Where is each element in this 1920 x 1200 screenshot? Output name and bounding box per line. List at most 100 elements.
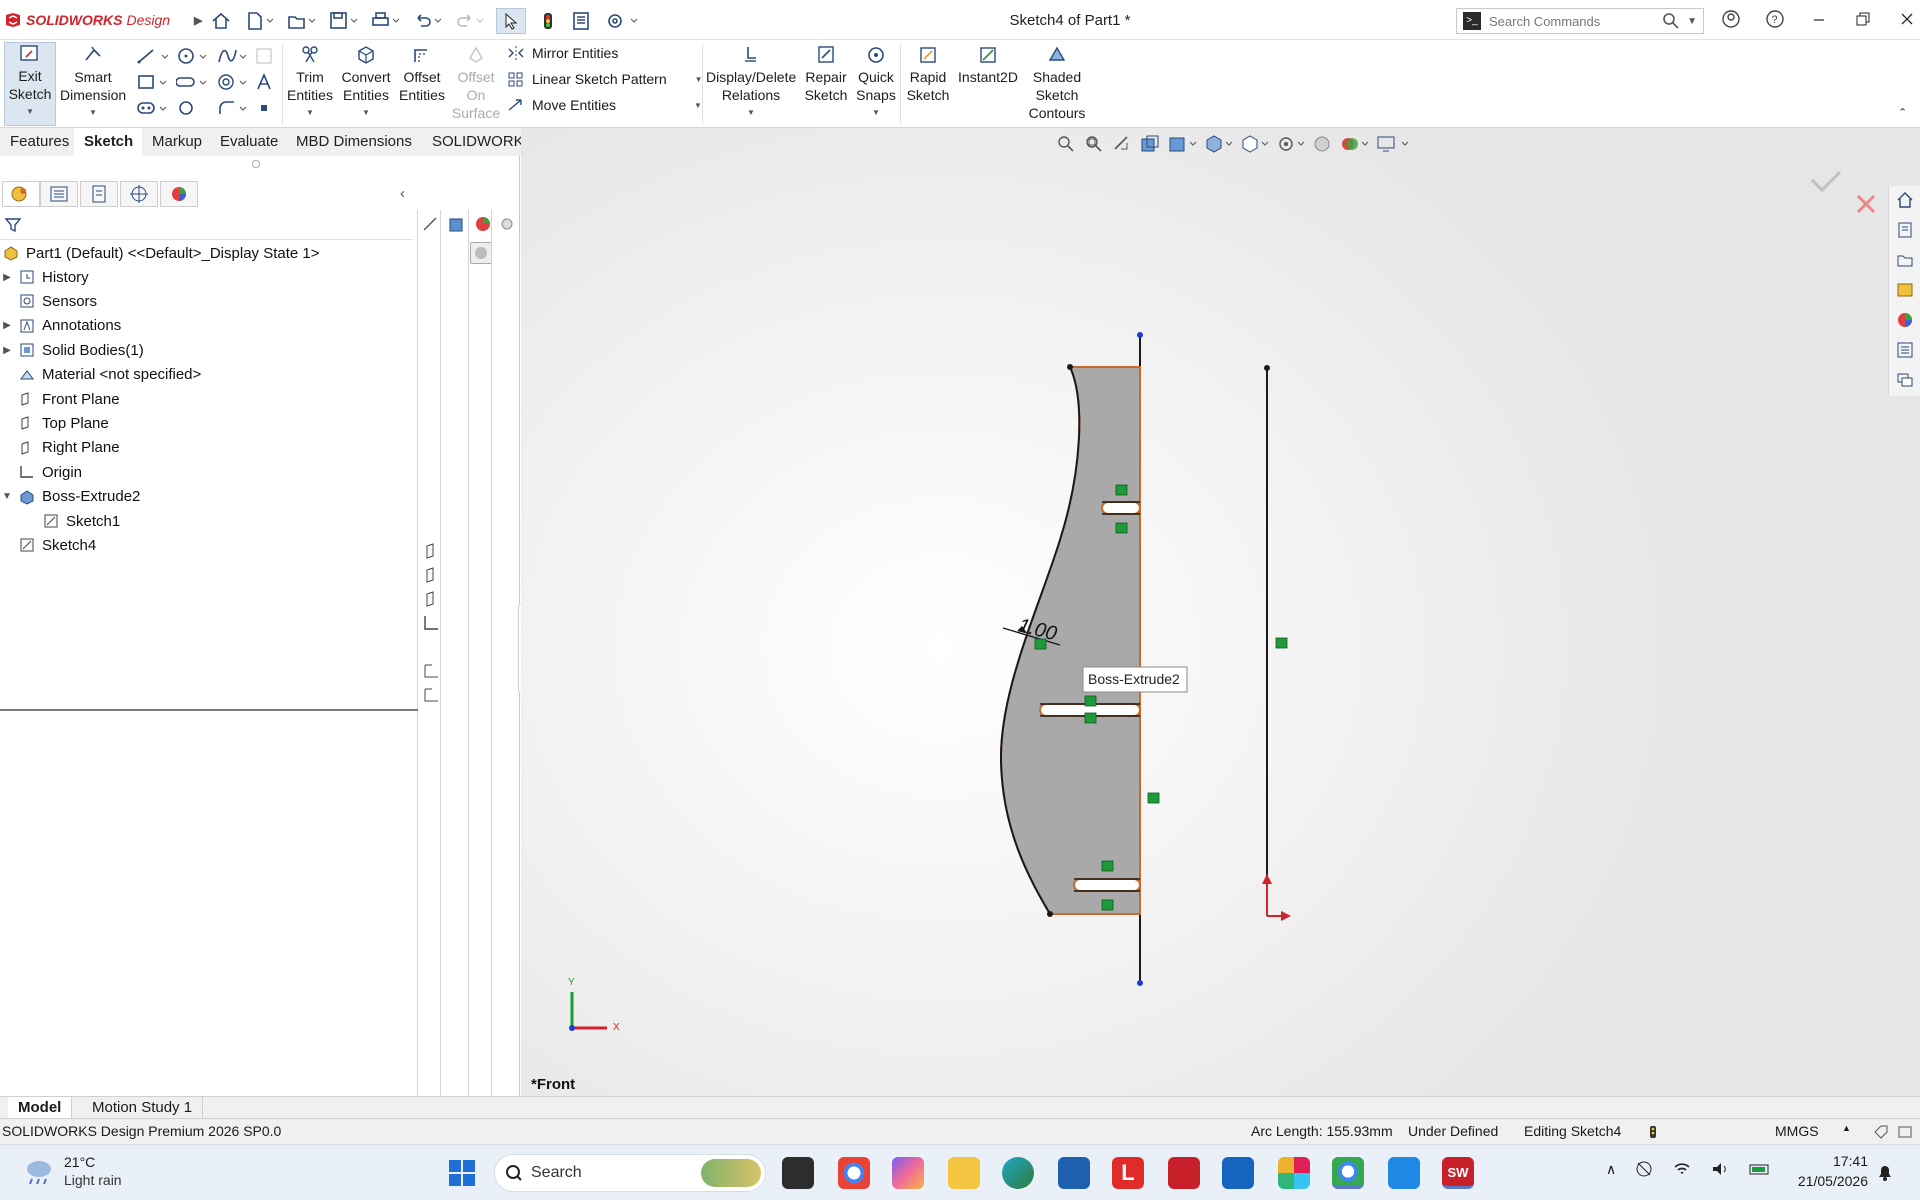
point-tool-icon[interactable]	[254, 98, 274, 118]
smart-dimension-dropdown-icon[interactable]: ▼	[60, 104, 126, 122]
exit-sketch-button[interactable]: Exit Sketch ▼	[4, 42, 56, 126]
view-settings-icon[interactable]	[1375, 133, 1409, 155]
tab-configuration-manager[interactable]	[80, 181, 118, 207]
sketch-canvas[interactable]: 1.00 Boss-Extrude2 X Y	[521, 128, 1920, 1096]
move-entities-button[interactable]: Move Entities ▼	[506, 96, 702, 114]
polygon-tool-icon[interactable]	[216, 72, 250, 92]
tree-item-right-plane[interactable]: Right Plane	[0, 436, 120, 460]
hide-show-items-icon[interactable]	[1275, 133, 1305, 155]
windows-start-icon[interactable]	[446, 1157, 478, 1189]
tree-item-front-plane[interactable]: Front Plane	[0, 387, 120, 411]
solidworks-taskbar-icon[interactable]: SW	[1442, 1157, 1474, 1189]
clock[interactable]: 17:41 21/05/2026	[1778, 1151, 1868, 1191]
tree-item-origin[interactable]: Origin	[0, 460, 82, 484]
forum-icon[interactable]	[1895, 370, 1915, 390]
line-tool-icon[interactable]	[136, 46, 170, 66]
relation-marker[interactable]	[1147, 792, 1160, 804]
edit-appearance-icon[interactable]	[1311, 133, 1333, 155]
display-style-icon[interactable]	[1239, 133, 1269, 155]
tree-item-sketch1[interactable]: Sketch1	[24, 509, 120, 533]
cancel-x-icon[interactable]	[1856, 194, 1876, 214]
custom-properties-icon[interactable]	[1895, 340, 1915, 360]
tree-item-top-plane[interactable]: Top Plane	[0, 411, 109, 435]
store-icon[interactable]	[1058, 1157, 1090, 1189]
volume-icon[interactable]	[1710, 1159, 1730, 1179]
slot-cut[interactable]	[1073, 878, 1141, 892]
tray-overflow-icon[interactable]: ∧	[1606, 1161, 1616, 1178]
slack-icon[interactable]	[1278, 1157, 1310, 1189]
relation-marker[interactable]	[1101, 860, 1114, 872]
apply-scene-icon[interactable]	[1339, 133, 1369, 155]
units-dropdown-icon[interactable]: ▲	[1842, 1123, 1851, 1133]
expand-arrow-icon[interactable]: ▶	[0, 345, 14, 356]
smart-dimension-button[interactable]: Smart Dimension ▼	[60, 44, 126, 122]
tag-icon[interactable]	[1872, 1123, 1890, 1141]
message-icon[interactable]	[1896, 1123, 1914, 1141]
edge-icon[interactable]	[1002, 1157, 1034, 1189]
display-mode-icon[interactable]	[446, 214, 468, 234]
relation-marker[interactable]	[1101, 899, 1114, 911]
previous-view-icon[interactable]	[1111, 133, 1133, 155]
quick-snaps-button[interactable]: Quick Snaps ▼	[856, 44, 896, 122]
tab-evaluate[interactable]: Evaluate	[210, 128, 290, 156]
move-dropdown-icon[interactable]: ▼	[694, 101, 702, 110]
trim-entities-button[interactable]: Trim Entities ▼	[284, 44, 336, 122]
tab-features[interactable]: Features	[0, 128, 81, 156]
tab-sketch[interactable]: Sketch	[74, 128, 145, 156]
collapse-ribbon-icon[interactable]: ⌃	[1898, 106, 1907, 119]
line-endpoint[interactable]	[1264, 365, 1270, 371]
convert-dropdown-icon[interactable]: ▼	[338, 104, 394, 122]
exit-sketch-dropdown-icon[interactable]: ▼	[5, 103, 55, 121]
search-icon[interactable]	[1661, 11, 1681, 31]
plane-display-icon[interactable]	[424, 590, 440, 608]
tab-feature-manager[interactable]	[2, 181, 40, 207]
copilot-icon[interactable]	[892, 1157, 924, 1189]
zoom-to-fit-icon[interactable]	[1055, 133, 1077, 155]
view-orientation-icon[interactable]	[1203, 133, 1233, 155]
dynamic-annotation-icon[interactable]	[1167, 133, 1197, 155]
relation-marker[interactable]	[1275, 637, 1288, 649]
spline-endpoint[interactable]	[1047, 911, 1053, 917]
relations-dropdown-icon[interactable]: ▼	[706, 104, 796, 122]
chrome-profile-icon[interactable]	[1332, 1157, 1364, 1189]
slot-tool-icon[interactable]	[176, 72, 210, 92]
notification-bell-icon[interactable]	[1874, 1161, 1896, 1183]
tab-model[interactable]: Model	[8, 1097, 73, 1119]
origin-display-icon[interactable]	[422, 614, 440, 632]
line-endpoint[interactable]	[1137, 980, 1143, 986]
spline-endpoint[interactable]	[1067, 364, 1073, 370]
tab-mbd-dimensions[interactable]: MBD Dimensions	[286, 128, 423, 156]
solidworks-resources-icon[interactable]	[1895, 190, 1915, 210]
filter-icon[interactable]	[4, 216, 22, 234]
rollback-bar[interactable]	[0, 709, 418, 711]
graphics-viewport[interactable]: 1.00 Boss-Extrude2 X Y	[521, 128, 1920, 1096]
tree-item-boss-extrude2[interactable]: ▼ Boss-Extrude2	[0, 485, 140, 509]
display-delete-relations-button[interactable]: Display/Delete Relations ▼	[706, 44, 796, 122]
plane-display-icon[interactable]	[424, 566, 440, 584]
surface-tool-icon[interactable]	[254, 46, 274, 66]
mirror-entities-button[interactable]: Mirror Entities	[506, 44, 618, 62]
rapid-sketch-button[interactable]: Rapid Sketch	[904, 44, 952, 104]
collapse-arrow-icon[interactable]: ▼	[0, 491, 14, 502]
appearances-icon[interactable]	[1895, 310, 1915, 330]
transparency-icon[interactable]	[498, 214, 516, 234]
plane-display-icon[interactable]	[424, 542, 440, 560]
tree-root[interactable]: Part1 (Default) <<Default>_Display State…	[0, 241, 320, 265]
tab-property-manager[interactable]	[40, 181, 78, 207]
minimize-icon[interactable]	[1808, 8, 1830, 30]
tab-dimxpert-manager[interactable]	[120, 181, 158, 207]
tab-markup[interactable]: Markup	[142, 128, 214, 156]
expand-arrow-icon[interactable]: ▶	[0, 320, 14, 331]
line-endpoint[interactable]	[1137, 332, 1143, 338]
battery-icon[interactable]	[1748, 1159, 1772, 1179]
tree-item-sensors[interactable]: Sensors	[0, 289, 97, 313]
fillet-tool-icon[interactable]	[216, 98, 250, 118]
trim-dropdown-icon[interactable]: ▼	[284, 104, 336, 122]
text-tool-icon[interactable]	[254, 72, 274, 92]
tree-item-solid-bodies-1[interactable]: ▶ Solid Bodies(1)	[0, 338, 144, 362]
unit-system[interactable]: MMGS	[1775, 1123, 1819, 1139]
taskbar-search[interactable]: Search	[494, 1154, 766, 1192]
spline-tool-icon[interactable]	[216, 46, 250, 66]
circle-tool-icon[interactable]	[176, 46, 210, 66]
offset-entities-button[interactable]: Offset Entities	[396, 44, 448, 104]
